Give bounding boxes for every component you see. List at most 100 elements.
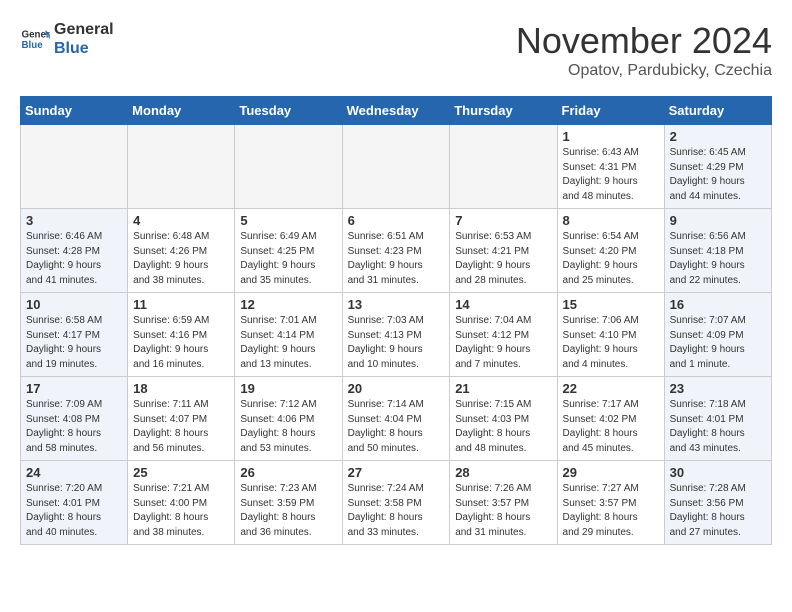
day-info: Sunrise: 6:53 AM Sunset: 4:21 PM Dayligh… bbox=[455, 230, 551, 288]
header-wednesday: Wednesday bbox=[342, 97, 450, 125]
day-info: Sunrise: 6:56 AM Sunset: 4:18 PM Dayligh… bbox=[670, 230, 766, 288]
day-number: 17 bbox=[26, 381, 122, 396]
calendar-cell: 1Sunrise: 6:43 AM Sunset: 4:31 PM Daylig… bbox=[557, 125, 664, 209]
day-info: Sunrise: 6:48 AM Sunset: 4:26 PM Dayligh… bbox=[133, 230, 229, 288]
day-info: Sunrise: 6:49 AM Sunset: 4:25 PM Dayligh… bbox=[240, 230, 336, 288]
day-info: Sunrise: 7:21 AM Sunset: 4:00 PM Dayligh… bbox=[133, 482, 229, 540]
header-saturday: Saturday bbox=[664, 97, 771, 125]
header-thursday: Thursday bbox=[450, 97, 557, 125]
logo: General Blue General Blue bbox=[20, 20, 114, 58]
day-info: Sunrise: 7:20 AM Sunset: 4:01 PM Dayligh… bbox=[26, 482, 122, 540]
day-info: Sunrise: 6:51 AM Sunset: 4:23 PM Dayligh… bbox=[348, 230, 445, 288]
day-info: Sunrise: 7:24 AM Sunset: 3:58 PM Dayligh… bbox=[348, 482, 445, 540]
calendar-week-1: 3 Sunrise: 6:46 AM Sunset: 4:28 PM Daylig… bbox=[21, 209, 772, 293]
calendar-cell: 4Sunrise: 6:48 AM Sunset: 4:26 PM Daylig… bbox=[128, 209, 235, 293]
day-number: 25 bbox=[133, 465, 229, 480]
day-info: Sunrise: 7:12 AM Sunset: 4:06 PM Dayligh… bbox=[240, 398, 336, 456]
day-number: 5 bbox=[240, 213, 336, 228]
day-number: 15 bbox=[563, 297, 659, 312]
calendar-header-row: SundayMondayTuesdayWednesdayThursdayFrid… bbox=[21, 97, 772, 125]
calendar-cell: 24 Sunrise: 7:20 AM Sunset: 4:01 PM Dayli… bbox=[21, 461, 128, 545]
calendar-cell: 8 Sunrise: 6:54 AM Sunset: 4:20 PM Daylig… bbox=[557, 209, 664, 293]
calendar-cell: 7 Sunrise: 6:53 AM Sunset: 4:21 PM Daylig… bbox=[450, 209, 557, 293]
calendar-cell: 2 Sunrise: 6:45 AM Sunset: 4:29 PM Daylig… bbox=[664, 125, 771, 209]
calendar-cell: 27 Sunrise: 7:24 AM Sunset: 3:58 PM Dayli… bbox=[342, 461, 450, 545]
calendar-cell: 13Sunrise: 7:03 AM Sunset: 4:13 PM Dayli… bbox=[342, 293, 450, 377]
day-number: 24 bbox=[26, 465, 122, 480]
day-number: 8 bbox=[563, 213, 659, 228]
calendar-cell: 17 Sunrise: 7:09 AM Sunset: 4:08 PM Dayli… bbox=[21, 377, 128, 461]
calendar-cell bbox=[128, 125, 235, 209]
calendar-cell: 26 Sunrise: 7:23 AM Sunset: 3:59 PM Dayli… bbox=[235, 461, 342, 545]
calendar-cell: 22Sunrise: 7:17 AM Sunset: 4:02 PM Dayli… bbox=[557, 377, 664, 461]
calendar-cell: 28 Sunrise: 7:26 AM Sunset: 3:57 PM Dayli… bbox=[450, 461, 557, 545]
day-info: Sunrise: 7:04 AM Sunset: 4:12 PM Dayligh… bbox=[455, 314, 551, 372]
header-tuesday: Tuesday bbox=[235, 97, 342, 125]
day-number: 2 bbox=[670, 129, 766, 144]
day-info: Sunrise: 7:23 AM Sunset: 3:59 PM Dayligh… bbox=[240, 482, 336, 540]
day-number: 20 bbox=[348, 381, 445, 396]
day-number: 3 bbox=[26, 213, 122, 228]
calendar-cell: 12 Sunrise: 7:01 AM Sunset: 4:14 PM Dayli… bbox=[235, 293, 342, 377]
day-number: 27 bbox=[348, 465, 445, 480]
day-number: 12 bbox=[240, 297, 336, 312]
day-number: 1 bbox=[563, 129, 659, 144]
day-number: 13 bbox=[348, 297, 445, 312]
day-info: Sunrise: 6:58 AM Sunset: 4:17 PM Dayligh… bbox=[26, 314, 122, 372]
calendar-cell: 20 Sunrise: 7:14 AM Sunset: 4:04 PM Dayli… bbox=[342, 377, 450, 461]
day-info: Sunrise: 6:45 AM Sunset: 4:29 PM Dayligh… bbox=[670, 146, 766, 204]
day-number: 30 bbox=[670, 465, 766, 480]
calendar-cell bbox=[342, 125, 450, 209]
day-info: Sunrise: 6:59 AM Sunset: 4:16 PM Dayligh… bbox=[133, 314, 229, 372]
calendar-cell: 23 Sunrise: 7:18 AM Sunset: 4:01 PM Dayli… bbox=[664, 377, 771, 461]
calendar-cell: 25 Sunrise: 7:21 AM Sunset: 4:00 PM Dayli… bbox=[128, 461, 235, 545]
day-number: 26 bbox=[240, 465, 336, 480]
logo-line2: Blue bbox=[54, 39, 114, 58]
header-sunday: Sunday bbox=[21, 97, 128, 125]
day-info: Sunrise: 7:09 AM Sunset: 4:08 PM Dayligh… bbox=[26, 398, 122, 456]
svg-text:Blue: Blue bbox=[22, 40, 44, 51]
calendar-week-2: 10 Sunrise: 6:58 AM Sunset: 4:17 PM Dayli… bbox=[21, 293, 772, 377]
day-info: Sunrise: 7:06 AM Sunset: 4:10 PM Dayligh… bbox=[563, 314, 659, 372]
calendar-cell: 21Sunrise: 7:15 AM Sunset: 4:03 PM Dayli… bbox=[450, 377, 557, 461]
logo-icon: General Blue bbox=[20, 24, 50, 54]
day-number: 9 bbox=[670, 213, 766, 228]
day-info: Sunrise: 7:15 AM Sunset: 4:03 PM Dayligh… bbox=[455, 398, 551, 456]
day-info: Sunrise: 7:01 AM Sunset: 4:14 PM Dayligh… bbox=[240, 314, 336, 372]
calendar-week-0: 1Sunrise: 6:43 AM Sunset: 4:31 PM Daylig… bbox=[21, 125, 772, 209]
calendar-cell: 5 Sunrise: 6:49 AM Sunset: 4:25 PM Daylig… bbox=[235, 209, 342, 293]
day-info: Sunrise: 6:54 AM Sunset: 4:20 PM Dayligh… bbox=[563, 230, 659, 288]
calendar-cell bbox=[235, 125, 342, 209]
calendar-cell: 15 Sunrise: 7:06 AM Sunset: 4:10 PM Dayli… bbox=[557, 293, 664, 377]
calendar-cell: 10 Sunrise: 6:58 AM Sunset: 4:17 PM Dayli… bbox=[21, 293, 128, 377]
header-monday: Monday bbox=[128, 97, 235, 125]
day-number: 6 bbox=[348, 213, 445, 228]
day-info: Sunrise: 7:26 AM Sunset: 3:57 PM Dayligh… bbox=[455, 482, 551, 540]
day-info: Sunrise: 7:17 AM Sunset: 4:02 PM Dayligh… bbox=[563, 398, 659, 456]
header-friday: Friday bbox=[557, 97, 664, 125]
day-number: 29 bbox=[563, 465, 659, 480]
header: General Blue General Blue November 2024 … bbox=[20, 20, 772, 80]
day-info: Sunrise: 7:27 AM Sunset: 3:57 PM Dayligh… bbox=[563, 482, 659, 540]
calendar-week-3: 17 Sunrise: 7:09 AM Sunset: 4:08 PM Dayli… bbox=[21, 377, 772, 461]
day-number: 28 bbox=[455, 465, 551, 480]
logo-line1: General bbox=[54, 20, 114, 39]
calendar-cell: 30Sunrise: 7:28 AM Sunset: 3:56 PM Dayli… bbox=[664, 461, 771, 545]
day-number: 23 bbox=[670, 381, 766, 396]
calendar-cell bbox=[21, 125, 128, 209]
calendar-cell: 16Sunrise: 7:07 AM Sunset: 4:09 PM Dayli… bbox=[664, 293, 771, 377]
day-number: 16 bbox=[670, 297, 766, 312]
calendar-cell: 11 Sunrise: 6:59 AM Sunset: 4:16 PM Dayli… bbox=[128, 293, 235, 377]
title-section: November 2024 Opatov, Pardubicky, Czechi… bbox=[516, 20, 772, 80]
day-number: 10 bbox=[26, 297, 122, 312]
day-info: Sunrise: 6:46 AM Sunset: 4:28 PM Dayligh… bbox=[26, 230, 122, 288]
calendar-cell: 6 Sunrise: 6:51 AM Sunset: 4:23 PM Daylig… bbox=[342, 209, 450, 293]
calendar-cell bbox=[450, 125, 557, 209]
calendar-cell: 18Sunrise: 7:11 AM Sunset: 4:07 PM Dayli… bbox=[128, 377, 235, 461]
calendar-cell: 9 Sunrise: 6:56 AM Sunset: 4:18 PM Daylig… bbox=[664, 209, 771, 293]
day-number: 7 bbox=[455, 213, 551, 228]
day-info: Sunrise: 7:18 AM Sunset: 4:01 PM Dayligh… bbox=[670, 398, 766, 456]
day-info: Sunrise: 7:14 AM Sunset: 4:04 PM Dayligh… bbox=[348, 398, 445, 456]
day-number: 11 bbox=[133, 297, 229, 312]
month-title: November 2024 bbox=[516, 20, 772, 62]
